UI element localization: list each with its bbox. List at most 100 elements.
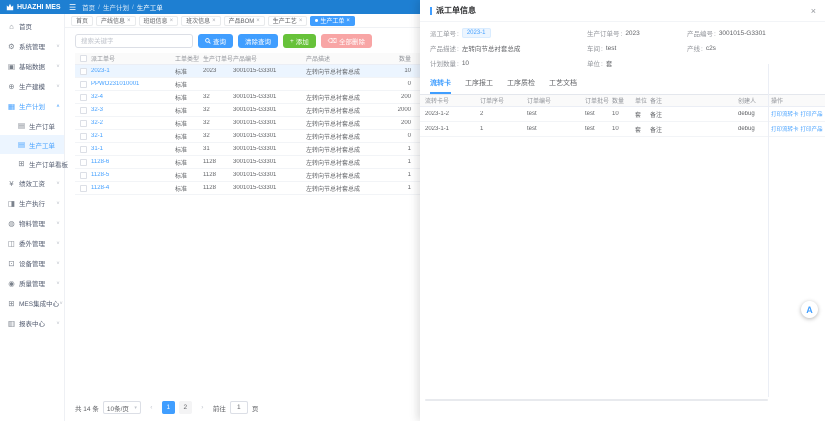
- close-icon[interactable]: ×: [212, 18, 216, 24]
- dispatch-no-link[interactable]: 1128-5: [91, 172, 175, 178]
- dispatch-no-link[interactable]: 32-3: [91, 107, 175, 113]
- row-checkbox[interactable]: [80, 81, 87, 88]
- row-checkbox[interactable]: [80, 159, 87, 166]
- cell-order-no: 31: [203, 146, 233, 152]
- row-checkbox[interactable]: [80, 107, 87, 114]
- table-row[interactable]: 1128-6 标准 1128 3001015-G3301 左转向节总衬套总成 1: [75, 156, 423, 169]
- print-flow-card-link[interactable]: 打印流转卡: [771, 110, 799, 118]
- table-row[interactable]: 31-1 标准 31 3001015-G3301 左转向节总衬套总成 1: [75, 143, 423, 156]
- horizontal-scrollbar[interactable]: [425, 399, 768, 401]
- row-checkbox[interactable]: [80, 172, 87, 179]
- page-size-select[interactable]: 10条/页 ▾: [103, 401, 141, 414]
- breadcrumb-item-plan[interactable]: 生产计划: [103, 2, 129, 12]
- sidebar-item-performance-pay[interactable]: ¥ 绩效工资 ∨: [0, 173, 64, 193]
- tag-work-order-active[interactable]: 生产工单 ×: [310, 16, 355, 26]
- table-row[interactable]: PPWO231010001 标准 0: [75, 78, 423, 91]
- cell-product-no: 3001015-G3301: [233, 107, 306, 113]
- sidebar-item-basic-data[interactable]: ▣ 基础数据 ∨: [0, 56, 64, 76]
- delete-all-button[interactable]: ⌫ 全部删除: [321, 34, 372, 48]
- breadcrumb-item-home[interactable]: 首页: [82, 2, 95, 12]
- tag-process[interactable]: 生产工艺 ×: [268, 16, 308, 26]
- sidebar-item-report-center[interactable]: ▥ 报表中心 ∨: [0, 313, 64, 333]
- cell-order-no: 1128: [203, 172, 233, 178]
- dispatch-no-link[interactable]: PPWO231010001: [91, 81, 175, 87]
- close-icon[interactable]: ×: [127, 18, 131, 24]
- page-button-1[interactable]: 1: [162, 401, 175, 414]
- print-barcode-link[interactable]: 打印产品条码: [801, 110, 823, 118]
- table-row[interactable]: 32-3 标准 32 3001015-G3301 左转向节总衬套总成 2000: [75, 104, 423, 117]
- tag-line-info[interactable]: 产线信息 ×: [96, 16, 136, 26]
- prev-page-button[interactable]: ‹: [145, 401, 158, 414]
- page-button-2[interactable]: 2: [179, 401, 192, 414]
- flow-card-row[interactable]: 2023-1-2 2 test test 10 套 备注 debug 打印流转卡…: [420, 107, 825, 122]
- dispatch-no-link[interactable]: 1128-4: [91, 185, 175, 191]
- close-icon[interactable]: ×: [256, 18, 260, 24]
- query-button[interactable]: 查询: [198, 34, 233, 48]
- assistant-float-button[interactable]: A: [801, 301, 818, 318]
- drawer-close-icon[interactable]: ×: [811, 6, 816, 16]
- clear-query-button[interactable]: 清除查询: [238, 34, 278, 48]
- cell-unit: 套: [635, 125, 650, 134]
- print-barcode-link[interactable]: 打印产品条码: [801, 125, 823, 133]
- sidebar-item-production-order[interactable]: ▤ 生产订单: [0, 116, 64, 135]
- table-row[interactable]: 1128-5 标准 1128 3001015-G3301 左转向节总衬套总成 1: [75, 169, 423, 182]
- table-row[interactable]: 32-4 标准 32 3001015-G3301 左转向节总衬套总成 200: [75, 91, 423, 104]
- close-icon[interactable]: ×: [299, 18, 303, 24]
- row-checkbox[interactable]: [80, 68, 87, 75]
- row-checkbox[interactable]: [80, 133, 87, 140]
- dispatch-no-link[interactable]: 32-1: [91, 133, 175, 139]
- row-checkbox[interactable]: [80, 146, 87, 153]
- close-icon[interactable]: ×: [346, 18, 350, 24]
- sidebar-item-home[interactable]: ⌂ 首页: [0, 16, 64, 36]
- col-order-batch: 订单批号: [585, 96, 612, 105]
- sidebar-item-outsourcing[interactable]: ◫ 委外管理 ∨: [0, 233, 64, 253]
- goto-page-input[interactable]: [230, 401, 248, 414]
- search-input[interactable]: [75, 34, 193, 48]
- col-order-no: 订单编号: [527, 96, 585, 105]
- sidebar-item-production-work-order[interactable]: ▤ 生产工单: [0, 135, 64, 154]
- table-row[interactable]: 32-1 标准 32 3001015-G3301 左转向节总衬套总成 0: [75, 130, 423, 143]
- dispatch-no-link[interactable]: 1128-6: [91, 159, 175, 165]
- sidebar-item-mes-integration[interactable]: ⊞ MES集成中心 ∨: [0, 293, 64, 313]
- print-flow-card-link[interactable]: 打印流转卡: [771, 125, 799, 133]
- dispatch-no-link[interactable]: 31-1: [91, 146, 175, 152]
- dispatch-no-link[interactable]: 32-4: [91, 94, 175, 100]
- close-icon[interactable]: ×: [170, 18, 174, 24]
- tab-flow-card[interactable]: 流转卡: [430, 78, 451, 94]
- app-logo: HUAZHI MES: [0, 3, 65, 11]
- sidebar-item-material[interactable]: ◍ 物料管理 ∨: [0, 213, 64, 233]
- dispatch-no-link[interactable]: 2023-1: [91, 68, 175, 74]
- tag-home[interactable]: 首页: [71, 16, 93, 26]
- table-row[interactable]: 32-2 标准 32 3001015-G3301 左转向节总衬套总成 200: [75, 117, 423, 130]
- sidebar-item-production-plan[interactable]: ▦ 生产计划 ∧: [0, 96, 64, 116]
- cell-type: 标准: [175, 145, 203, 154]
- tab-process-documents[interactable]: 工艺文档: [549, 78, 577, 94]
- dispatch-no-link[interactable]: 32-2: [91, 120, 175, 126]
- menu-collapse-icon[interactable]: ☰: [69, 3, 76, 12]
- sidebar-item-modeling[interactable]: ⊕ 生产建模 ∨: [0, 76, 64, 96]
- dispatch-no-chip[interactable]: 2023-1: [462, 28, 491, 38]
- tab-process-report[interactable]: 工序报工: [465, 78, 493, 94]
- tag-team-info[interactable]: 班组信息 ×: [139, 16, 179, 26]
- sidebar-item-system[interactable]: ⚙ 系统管理 ∨: [0, 36, 64, 56]
- table-row[interactable]: 2023-1 标准 2023 3001015-G3301 左转向节总衬套总成 1…: [75, 65, 423, 78]
- field-dispatch-no: 派工单号 2023-1: [430, 28, 587, 38]
- chevron-down-icon: ∨: [56, 84, 60, 89]
- row-checkbox[interactable]: [80, 94, 87, 101]
- row-checkbox[interactable]: [80, 185, 87, 192]
- sidebar-item-order-board[interactable]: ⊞ 生产订单看板: [0, 154, 64, 173]
- row-checkbox[interactable]: [80, 120, 87, 127]
- chevron-down-icon: ∨: [56, 281, 60, 286]
- select-all-checkbox[interactable]: [80, 55, 87, 62]
- sidebar-item-quality[interactable]: ◉ 质量管理 ∨: [0, 273, 64, 293]
- flow-card-row[interactable]: 2023-1-1 1 test test 10 套 备注 debug 打印流转卡…: [420, 122, 825, 137]
- tag-shift-info[interactable]: 班次信息 ×: [181, 16, 221, 26]
- next-page-button[interactable]: ›: [196, 401, 209, 414]
- tag-product-bom[interactable]: 产品BOM ×: [224, 16, 265, 26]
- sidebar-item-production-execution[interactable]: ◨ 生产执行 ∨: [0, 193, 64, 213]
- tab-process-inspection[interactable]: 工序质检: [507, 78, 535, 94]
- table-row[interactable]: 1128-4 标准 1128 3001015-G3301 左转向节总衬套总成 1: [75, 182, 423, 195]
- add-button[interactable]: + 添加: [283, 34, 316, 48]
- sidebar-item-label: 设备管理: [19, 258, 45, 268]
- sidebar-item-equipment[interactable]: ⊡ 设备管理 ∨: [0, 253, 64, 273]
